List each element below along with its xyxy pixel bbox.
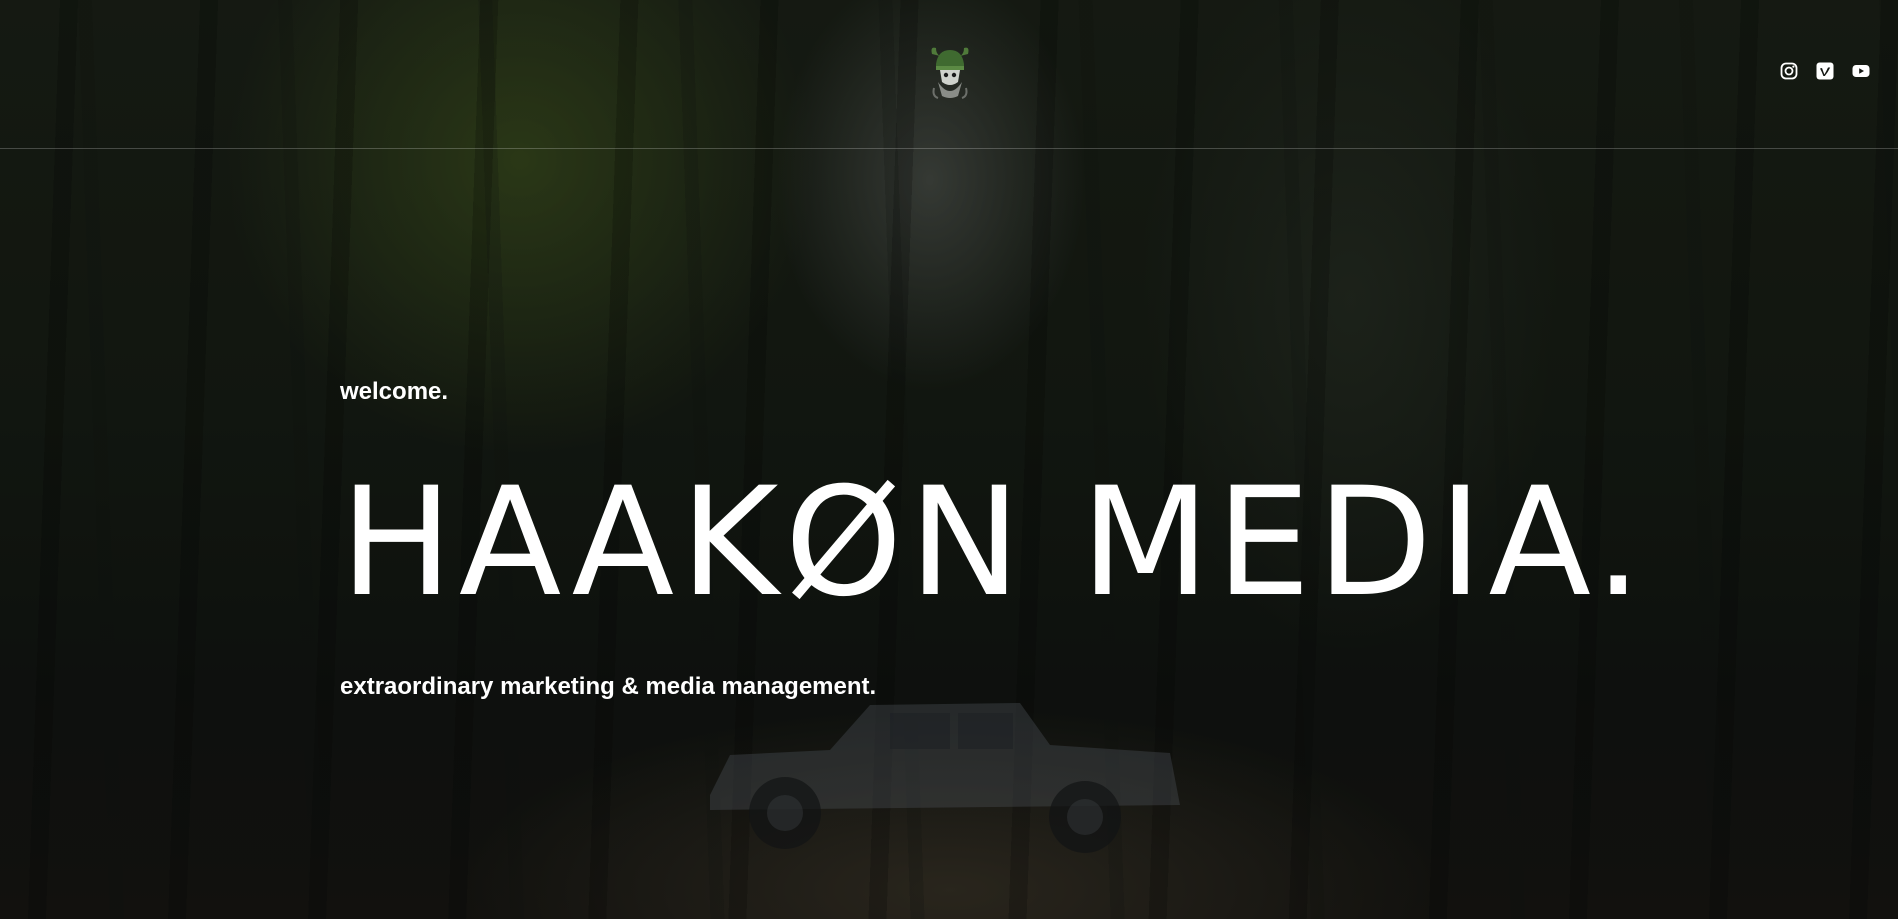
hero-section: welcome. HAAKØN MEDIA. extraordinary mar… <box>0 0 1898 919</box>
viking-helmet-logo-icon[interactable] <box>928 44 972 100</box>
brand-title: HAAKØN MEDIA. <box>340 456 1649 630</box>
tagline-text: extraordinary marketing & media manageme… <box>340 673 877 700</box>
youtube-icon[interactable] <box>1852 62 1870 80</box>
instagram-icon[interactable] <box>1780 62 1798 80</box>
vimeo-icon[interactable] <box>1816 62 1834 80</box>
site-header <box>0 0 1898 149</box>
social-links <box>1780 62 1870 80</box>
hero-content: welcome. HAAKØN MEDIA. extraordinary mar… <box>340 378 1642 699</box>
welcome-text: welcome. <box>340 378 449 405</box>
